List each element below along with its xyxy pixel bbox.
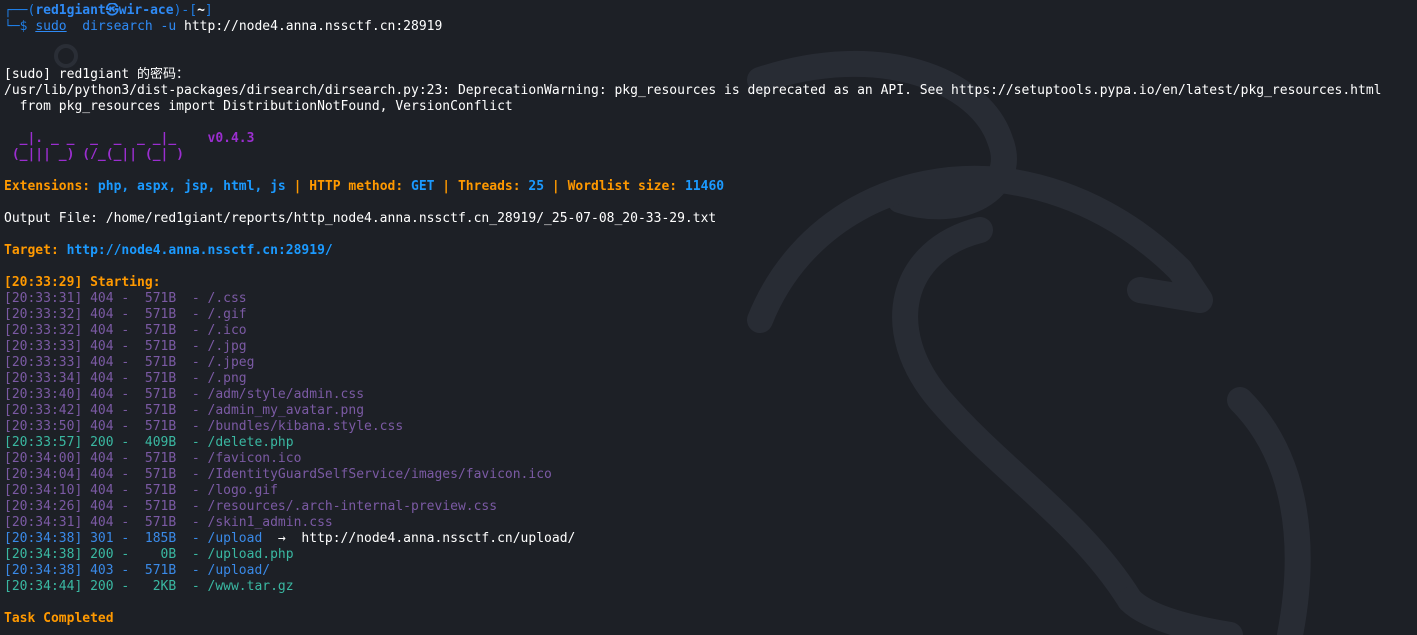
result-row: [20:34:04] 404 - 571B - /IdentityGuardSe… [4, 467, 1414, 483]
result-entry: [20:33:31] 404 - 571B - /.css [4, 291, 247, 306]
result-entry: [20:33:34] 404 - 571B - /.png [4, 371, 247, 386]
extensions-value: php, aspx, jsp, html, js [97, 179, 286, 194]
deprecation-warning: /usr/lib/python3/dist-packages/dirsearch… [4, 83, 1382, 98]
result-row: [20:34:31] 404 - 571B - /skin1_admin.css [4, 515, 1414, 531]
result-row: [20:34:26] 404 - 571B - /resources/.arch… [4, 499, 1414, 515]
result-entry: [20:33:42] 404 - 571B - /admin_my_avatar… [4, 403, 365, 418]
result-entry: [20:34:38] 301 - 185B - /upload [4, 531, 263, 546]
prompt-user: red1giant [35, 3, 106, 18]
method-value: GET [411, 179, 435, 194]
result-entry: [20:34:44] 200 - 2KB - /www.tar.gz [4, 579, 294, 594]
result-entry: [20:33:32] 404 - 571B - /.gif [4, 307, 247, 322]
result-row: [20:33:40] 404 - 571B - /adm/style/admin… [4, 387, 1414, 403]
result-row: [20:33:31] 404 - 571B - /.css [4, 291, 1414, 307]
results-list: [20:33:31] 404 - 571B - /.css [20:33:32] … [4, 291, 1414, 595]
command-line[interactable]: └─$ sudo dirsearch -u http://node4.anna.… [4, 19, 1414, 35]
sudo-password-prompt: [sudo] red1giant 的密码： [4, 67, 190, 82]
result-entry: [20:33:50] 404 - 571B - /bundles/kibana.… [4, 419, 404, 434]
result-row: [20:34:38] 403 - 571B - /upload/ [4, 563, 1414, 579]
task-completed: Task Completed [4, 611, 114, 626]
prompt-line-1: ┌──(red1giant㉿wir-ace)-[~] [4, 3, 213, 18]
result-entry: [20:34:04] 404 - 571B - /IdentityGuardSe… [4, 467, 552, 482]
terminal[interactable]: ┌──(red1giant㉿wir-ace)-[~] └─$ sudo dirs… [4, 3, 1414, 627]
result-entry: [20:34:26] 404 - 571B - /resources/.arch… [4, 499, 498, 514]
output-file-line: Output File: /home/red1giant/reports/htt… [4, 211, 717, 226]
result-entry: [20:34:00] 404 - 571B - /favicon.ico [4, 451, 302, 466]
result-row: [20:34:38] 200 - 0B - /upload.php [4, 547, 1414, 563]
result-row: [20:33:57] 200 - 409B - /delete.php [4, 435, 1414, 451]
result-row: [20:34:38] 301 - 185B - /upload → http:/… [4, 531, 1414, 547]
result-row: [20:33:42] 404 - 571B - /admin_my_avatar… [4, 403, 1414, 419]
result-entry: [20:33:33] 404 - 571B - /.jpg [4, 339, 247, 354]
dirsearch-banner-1: _|. _ _ _ _ _ _|_ v0.4.3 [4, 131, 255, 146]
config-line: Extensions: php, aspx, jsp, html, js | H… [4, 179, 725, 194]
target-url: http://node4.anna.nssctf.cn:28919/ [66, 243, 333, 258]
result-entry: [20:34:31] 404 - 571B - /skin1_admin.css [4, 515, 333, 530]
target-line: Target: http://node4.anna.nssctf.cn:2891… [4, 243, 333, 258]
result-row: [20:33:32] 404 - 571B - /.gif [4, 307, 1414, 323]
deprecation-warning-2: from pkg_resources import DistributionNo… [4, 99, 513, 114]
prompt-host: wir-ace [118, 3, 174, 18]
result-entry: [20:34:10] 404 - 571B - /logo.gif [4, 483, 278, 498]
result-row: [20:34:00] 404 - 571B - /favicon.ico [4, 451, 1414, 467]
prompt-dir: ~ [197, 3, 205, 18]
result-entry: [20:33:33] 404 - 571B - /.jpeg [4, 355, 255, 370]
starting-line: [20:33:29] Starting: [4, 275, 161, 290]
result-row: [20:34:10] 404 - 571B - /logo.gif [4, 483, 1414, 499]
redirect-target: → http://node4.anna.nssctf.cn/upload/ [262, 531, 576, 546]
result-entry: [20:33:32] 404 - 571B - /.ico [4, 323, 247, 338]
dirsearch-banner-2: (_||| _) (/_(_|| (_| ) [4, 147, 185, 162]
dirsearch-cmd: dirsearch [66, 19, 153, 34]
result-row: [20:33:34] 404 - 571B - /.png [4, 371, 1414, 387]
threads-value: 25 [528, 179, 545, 194]
result-row: [20:33:50] 404 - 571B - /bundles/kibana.… [4, 419, 1414, 435]
result-row: [20:34:44] 200 - 2KB - /www.tar.gz [4, 579, 1414, 595]
result-entry: [20:33:57] 200 - 409B - /delete.php [4, 435, 294, 450]
result-entry: [20:34:38] 200 - 0B - /upload.php [4, 547, 294, 562]
result-entry: [20:34:38] 403 - 571B - /upload/ [4, 563, 271, 578]
result-row: [20:33:32] 404 - 571B - /.ico [4, 323, 1414, 339]
result-row: [20:33:33] 404 - 571B - /.jpg [4, 339, 1414, 355]
wordlist-value: 11460 [684, 179, 725, 194]
command-url: http://node4.anna.nssctf.cn:28919 [184, 19, 443, 34]
result-entry: [20:33:40] 404 - 571B - /adm/style/admin… [4, 387, 365, 402]
result-row: [20:33:33] 404 - 571B - /.jpeg [4, 355, 1414, 371]
sudo-cmd: sudo [35, 19, 67, 34]
